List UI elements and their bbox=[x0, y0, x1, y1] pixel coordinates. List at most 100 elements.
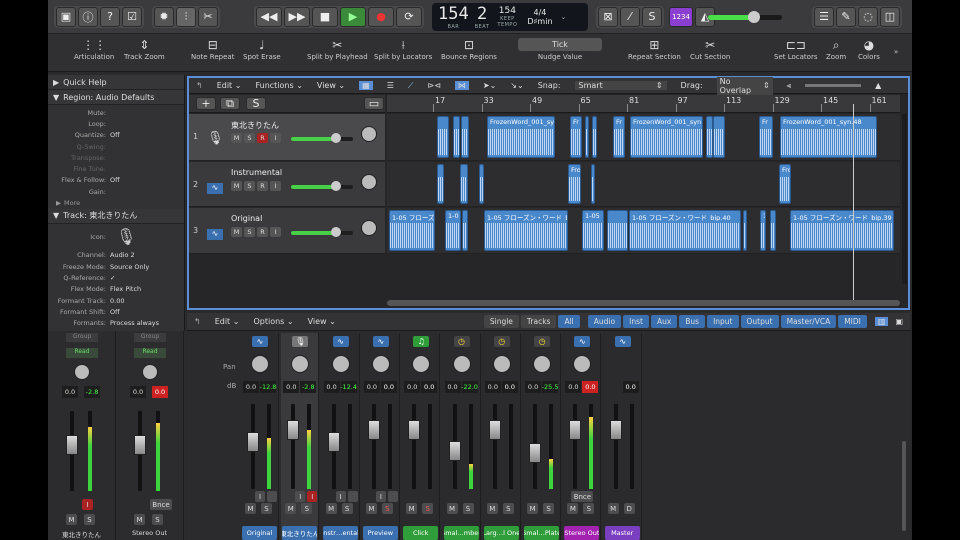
mute-button[interactable]: M bbox=[446, 503, 458, 514]
mute-button[interactable]: M bbox=[607, 503, 619, 514]
strip-function-button[interactable]: I bbox=[335, 491, 346, 502]
global-solo-button[interactable]: S bbox=[246, 97, 266, 110]
loop-browser-icon[interactable]: ◌ bbox=[858, 6, 878, 27]
playhead[interactable] bbox=[853, 104, 854, 300]
audio-region[interactable]: Fr bbox=[759, 116, 773, 158]
editors-icon[interactable]: ✂ bbox=[198, 6, 218, 27]
audio-region[interactable] bbox=[607, 210, 628, 251]
pan-knob[interactable] bbox=[331, 355, 350, 373]
audio-region[interactable]: 1- bbox=[760, 210, 766, 251]
track-volume-slider[interactable] bbox=[291, 137, 353, 141]
record-enable-button[interactable]: R bbox=[257, 133, 268, 143]
volume-knob[interactable] bbox=[330, 181, 341, 191]
toolbar-zoom[interactable]: ⌕ Zoom bbox=[826, 38, 846, 61]
solo-mode-icon[interactable]: S bbox=[642, 6, 662, 27]
record-enable-button[interactable] bbox=[347, 491, 358, 502]
replace-icon[interactable]: ⊠ bbox=[598, 6, 618, 27]
pencil-tool-icon[interactable]: ↘⌄ bbox=[510, 81, 523, 90]
pan-knob[interactable] bbox=[573, 355, 592, 373]
list-editors-icon[interactable]: ☰ bbox=[814, 6, 834, 27]
library-icon[interactable]: ▣ bbox=[56, 6, 76, 27]
solo-button[interactable]: S bbox=[422, 503, 434, 514]
track-param-row[interactable]: Flex Mode: Flex Pitch bbox=[48, 284, 184, 295]
mute-button[interactable]: M bbox=[245, 503, 256, 514]
inspector-icon[interactable]: ⓘ bbox=[78, 6, 98, 27]
toolbar-note-repeat[interactable]: ⊟ Note Repeat bbox=[191, 38, 234, 61]
audio-region[interactable] bbox=[770, 210, 776, 251]
mixer-filter-tab[interactable]: MIDI bbox=[838, 315, 867, 328]
mixer-view-tab[interactable]: Tracks bbox=[520, 315, 557, 328]
audio-region[interactable]: 1-05 フローズン・ワード_bip.39 bbox=[790, 210, 894, 251]
track-param-row[interactable]: Freeze Mode: Source Only bbox=[48, 261, 184, 272]
mute-button[interactable]: M bbox=[285, 503, 297, 514]
rewind-icon[interactable]: ◀◀ bbox=[256, 6, 282, 27]
audio-region[interactable] bbox=[461, 116, 469, 158]
audio-region[interactable]: Fr bbox=[570, 116, 582, 158]
toolbar-icon[interactable]: ☑ bbox=[122, 6, 142, 27]
audio-region[interactable]: FrozenWord_001_syn.48 bbox=[780, 116, 877, 158]
record-enable-button[interactable]: R bbox=[257, 227, 268, 237]
mixer-filter-tab[interactable]: Aux bbox=[650, 315, 678, 328]
solo-button[interactable]: S bbox=[381, 503, 393, 514]
audio-region[interactable] bbox=[453, 116, 460, 158]
strip-function-button[interactable]: I bbox=[375, 491, 386, 502]
play-icon[interactable]: ▶ bbox=[340, 6, 366, 27]
duplicate-track-icon[interactable]: ⧉ bbox=[220, 97, 240, 110]
input-monitor-button[interactable]: I bbox=[270, 227, 281, 237]
audio-region[interactable]: 1-05 フローズ bbox=[389, 210, 435, 251]
track-lane[interactable]: 1-05 フローズ 1-0 1-05 フローズン・ワード_b 1-05 1-05 フロー… bbox=[387, 208, 900, 254]
track-lane[interactable]: FrozenWord_001_sy Fr Fr FrozenWord_001_syn F… bbox=[387, 114, 900, 161]
fader-cap[interactable] bbox=[134, 435, 146, 455]
zoom-in-icon[interactable]: ▲ bbox=[875, 81, 881, 90]
mute-button[interactable]: M bbox=[325, 503, 337, 514]
region-param-row[interactable]: Flex & Follow: Off bbox=[48, 175, 184, 186]
solo-button[interactable]: S bbox=[341, 503, 353, 514]
input-monitor-button[interactable]: I bbox=[270, 133, 281, 143]
pointer-tool-icon[interactable]: ➤⌄ bbox=[483, 81, 496, 90]
region-param-row[interactable]: Loop: bbox=[48, 118, 184, 129]
region-param-row[interactable]: Mute: bbox=[48, 107, 184, 118]
audio-region[interactable] bbox=[479, 164, 484, 204]
nudge-value-select[interactable]: Tick bbox=[518, 38, 602, 51]
automation-mode[interactable]: Read bbox=[66, 348, 98, 358]
record-enable-button[interactable] bbox=[387, 491, 398, 502]
region-param-row[interactable]: Quantize: Off bbox=[48, 130, 184, 141]
tracks-view-menu[interactable]: View ⌄ bbox=[317, 81, 345, 90]
track-volume-slider[interactable] bbox=[291, 185, 353, 189]
quick-help-icon[interactable]: ? bbox=[100, 6, 120, 27]
region-header[interactable]: ▼ Region: Audio Defaults bbox=[48, 90, 184, 105]
solo-button[interactable]: S bbox=[244, 133, 255, 143]
drag-select[interactable]: No Overlap ⇕ bbox=[716, 76, 773, 95]
audio-region[interactable] bbox=[460, 164, 468, 204]
solo-button[interactable]: S bbox=[244, 227, 255, 237]
mixer-filter-tab[interactable]: Audio bbox=[587, 315, 622, 328]
mute-button[interactable]: M bbox=[406, 503, 418, 514]
volume-fader[interactable] bbox=[408, 419, 421, 440]
pan-knob[interactable] bbox=[361, 126, 377, 142]
mixer-single-layout-icon[interactable]: ▣ bbox=[895, 317, 903, 326]
record-enable-button[interactable]: R bbox=[257, 181, 268, 191]
mute-button[interactable]: M bbox=[134, 514, 145, 525]
mixer-options-menu[interactable]: Options ⌄ bbox=[253, 317, 293, 326]
toolbar-split-playhead[interactable]: ✂ Split by Playhead bbox=[307, 38, 368, 61]
strip-function-button[interactable]: Bnce bbox=[150, 499, 172, 510]
tracks-edit-menu[interactable]: Edit ⌄ bbox=[217, 81, 242, 90]
volume-fader[interactable] bbox=[448, 440, 461, 461]
mute-button[interactable]: M bbox=[527, 503, 539, 514]
strip-function-button[interactable]: Bnce bbox=[571, 491, 594, 502]
track-param-row[interactable]: Q-Reference: ✓ bbox=[48, 272, 184, 283]
volume-fader[interactable] bbox=[287, 419, 300, 440]
mixer-view-menu[interactable]: View ⌄ bbox=[308, 317, 336, 326]
track-header[interactable]: ▼ Track: 東北きりたん bbox=[48, 208, 184, 224]
solo-button[interactable]: S bbox=[261, 503, 272, 514]
track-param-row[interactable]: Formants: Process always bbox=[48, 317, 184, 328]
audio-region[interactable] bbox=[743, 210, 747, 251]
input-monitor-button[interactable]: I bbox=[270, 181, 281, 191]
volume-fader[interactable] bbox=[529, 443, 542, 464]
volume-knob[interactable] bbox=[330, 227, 341, 237]
timeline-ruler[interactable]: 17 33 49 65 81 97 113 129 145 161 bbox=[387, 95, 900, 113]
volume-fader[interactable] bbox=[609, 419, 622, 440]
toolbar-colors[interactable]: ◕ Colors bbox=[858, 38, 880, 61]
audio-region[interactable]: Fr bbox=[613, 116, 625, 158]
audio-region[interactable]: Fro bbox=[779, 164, 791, 204]
